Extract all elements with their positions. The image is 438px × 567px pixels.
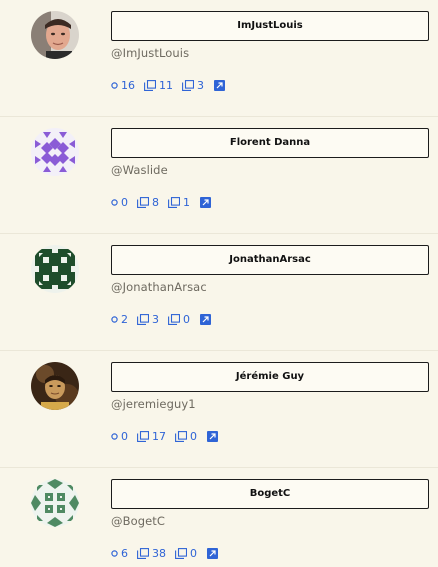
- followers-count: 2: [121, 312, 128, 326]
- gist-icon: [175, 547, 187, 559]
- gists-stat: 0: [175, 547, 197, 560]
- gist-icon: [168, 313, 180, 325]
- external-link-icon[interactable]: [214, 79, 225, 91]
- gists-count: 1: [183, 195, 190, 209]
- avatar[interactable]: [31, 128, 79, 176]
- external-link-icon[interactable]: [207, 430, 218, 442]
- repos-count: 8: [152, 195, 159, 209]
- avatar[interactable]: [31, 11, 79, 59]
- user-name-button[interactable]: ImJustLouis: [111, 11, 429, 41]
- repo-icon: [144, 79, 156, 91]
- repos-count: 3: [152, 312, 159, 326]
- gists-stat: 3: [182, 79, 204, 92]
- follower-dot-icon: [111, 81, 118, 89]
- user-name-button[interactable]: BogetC: [111, 479, 429, 509]
- user-name-button[interactable]: JonathanArsac: [111, 245, 429, 275]
- user-list: ImJustLouis @ImJustLouis 16 11 3 Florent…: [0, 0, 438, 567]
- user-card: ImJustLouis @ImJustLouis 16 11 3: [0, 0, 438, 117]
- follower-dot-icon: [111, 432, 118, 440]
- user-stats: 2 3 0: [111, 312, 211, 326]
- user-stats: 16 11 3: [111, 78, 225, 92]
- user-stats: 0 17 0: [111, 429, 218, 443]
- avatar[interactable]: [31, 245, 79, 293]
- user-handle: @ImJustLouis: [111, 46, 190, 60]
- followers-stat: 6: [111, 547, 128, 560]
- repo-icon: [137, 547, 149, 559]
- gists-count: 0: [190, 546, 197, 560]
- repos-count: 38: [152, 546, 166, 560]
- external-link-icon[interactable]: [200, 313, 211, 325]
- follower-dot-icon: [111, 198, 118, 206]
- user-handle: @JonathanArsac: [111, 280, 207, 294]
- user-handle: @jeremieguy1: [111, 397, 196, 411]
- user-handle: @Waslide: [111, 163, 168, 177]
- follower-dot-icon: [111, 315, 118, 323]
- repo-icon: [137, 430, 149, 442]
- repo-icon: [137, 313, 149, 325]
- followers-count: 16: [121, 78, 135, 92]
- user-card: BogetC @BogetC 6 38 0: [0, 468, 438, 567]
- user-handle: @BogetC: [111, 514, 166, 528]
- followers-stat: 0: [111, 430, 128, 443]
- followers-stat: 16: [111, 79, 135, 92]
- gists-stat: 0: [168, 313, 190, 326]
- external-link-icon[interactable]: [207, 547, 218, 559]
- gist-icon: [182, 79, 194, 91]
- follower-dot-icon: [111, 549, 118, 557]
- external-link-icon[interactable]: [200, 196, 211, 208]
- gists-count: 0: [190, 429, 197, 443]
- gist-icon: [168, 196, 180, 208]
- repos-stat: 17: [137, 430, 166, 443]
- gists-stat: 0: [175, 430, 197, 443]
- user-name-button[interactable]: Florent Danna: [111, 128, 429, 158]
- repos-count: 17: [152, 429, 166, 443]
- repos-stat: 3: [137, 313, 159, 326]
- user-stats: 6 38 0: [111, 546, 218, 560]
- gists-count: 0: [183, 312, 190, 326]
- gists-stat: 1: [168, 196, 190, 209]
- followers-count: 0: [121, 429, 128, 443]
- gist-icon: [175, 430, 187, 442]
- repos-stat: 11: [144, 79, 173, 92]
- repos-stat: 38: [137, 547, 166, 560]
- avatar[interactable]: [31, 479, 79, 527]
- followers-stat: 2: [111, 313, 128, 326]
- user-card: JonathanArsac @JonathanArsac 2 3 0: [0, 234, 438, 351]
- followers-count: 0: [121, 195, 128, 209]
- followers-stat: 0: [111, 196, 128, 209]
- repos-count: 11: [159, 78, 173, 92]
- user-card: Florent Danna @Waslide 0 8 1: [0, 117, 438, 234]
- user-name-button[interactable]: Jérémie Guy: [111, 362, 429, 392]
- followers-count: 6: [121, 546, 128, 560]
- avatar[interactable]: [31, 362, 79, 410]
- repos-stat: 8: [137, 196, 159, 209]
- user-stats: 0 8 1: [111, 195, 211, 209]
- repo-icon: [137, 196, 149, 208]
- gists-count: 3: [197, 78, 204, 92]
- user-card: Jérémie Guy @jeremieguy1 0 17 0: [0, 351, 438, 468]
